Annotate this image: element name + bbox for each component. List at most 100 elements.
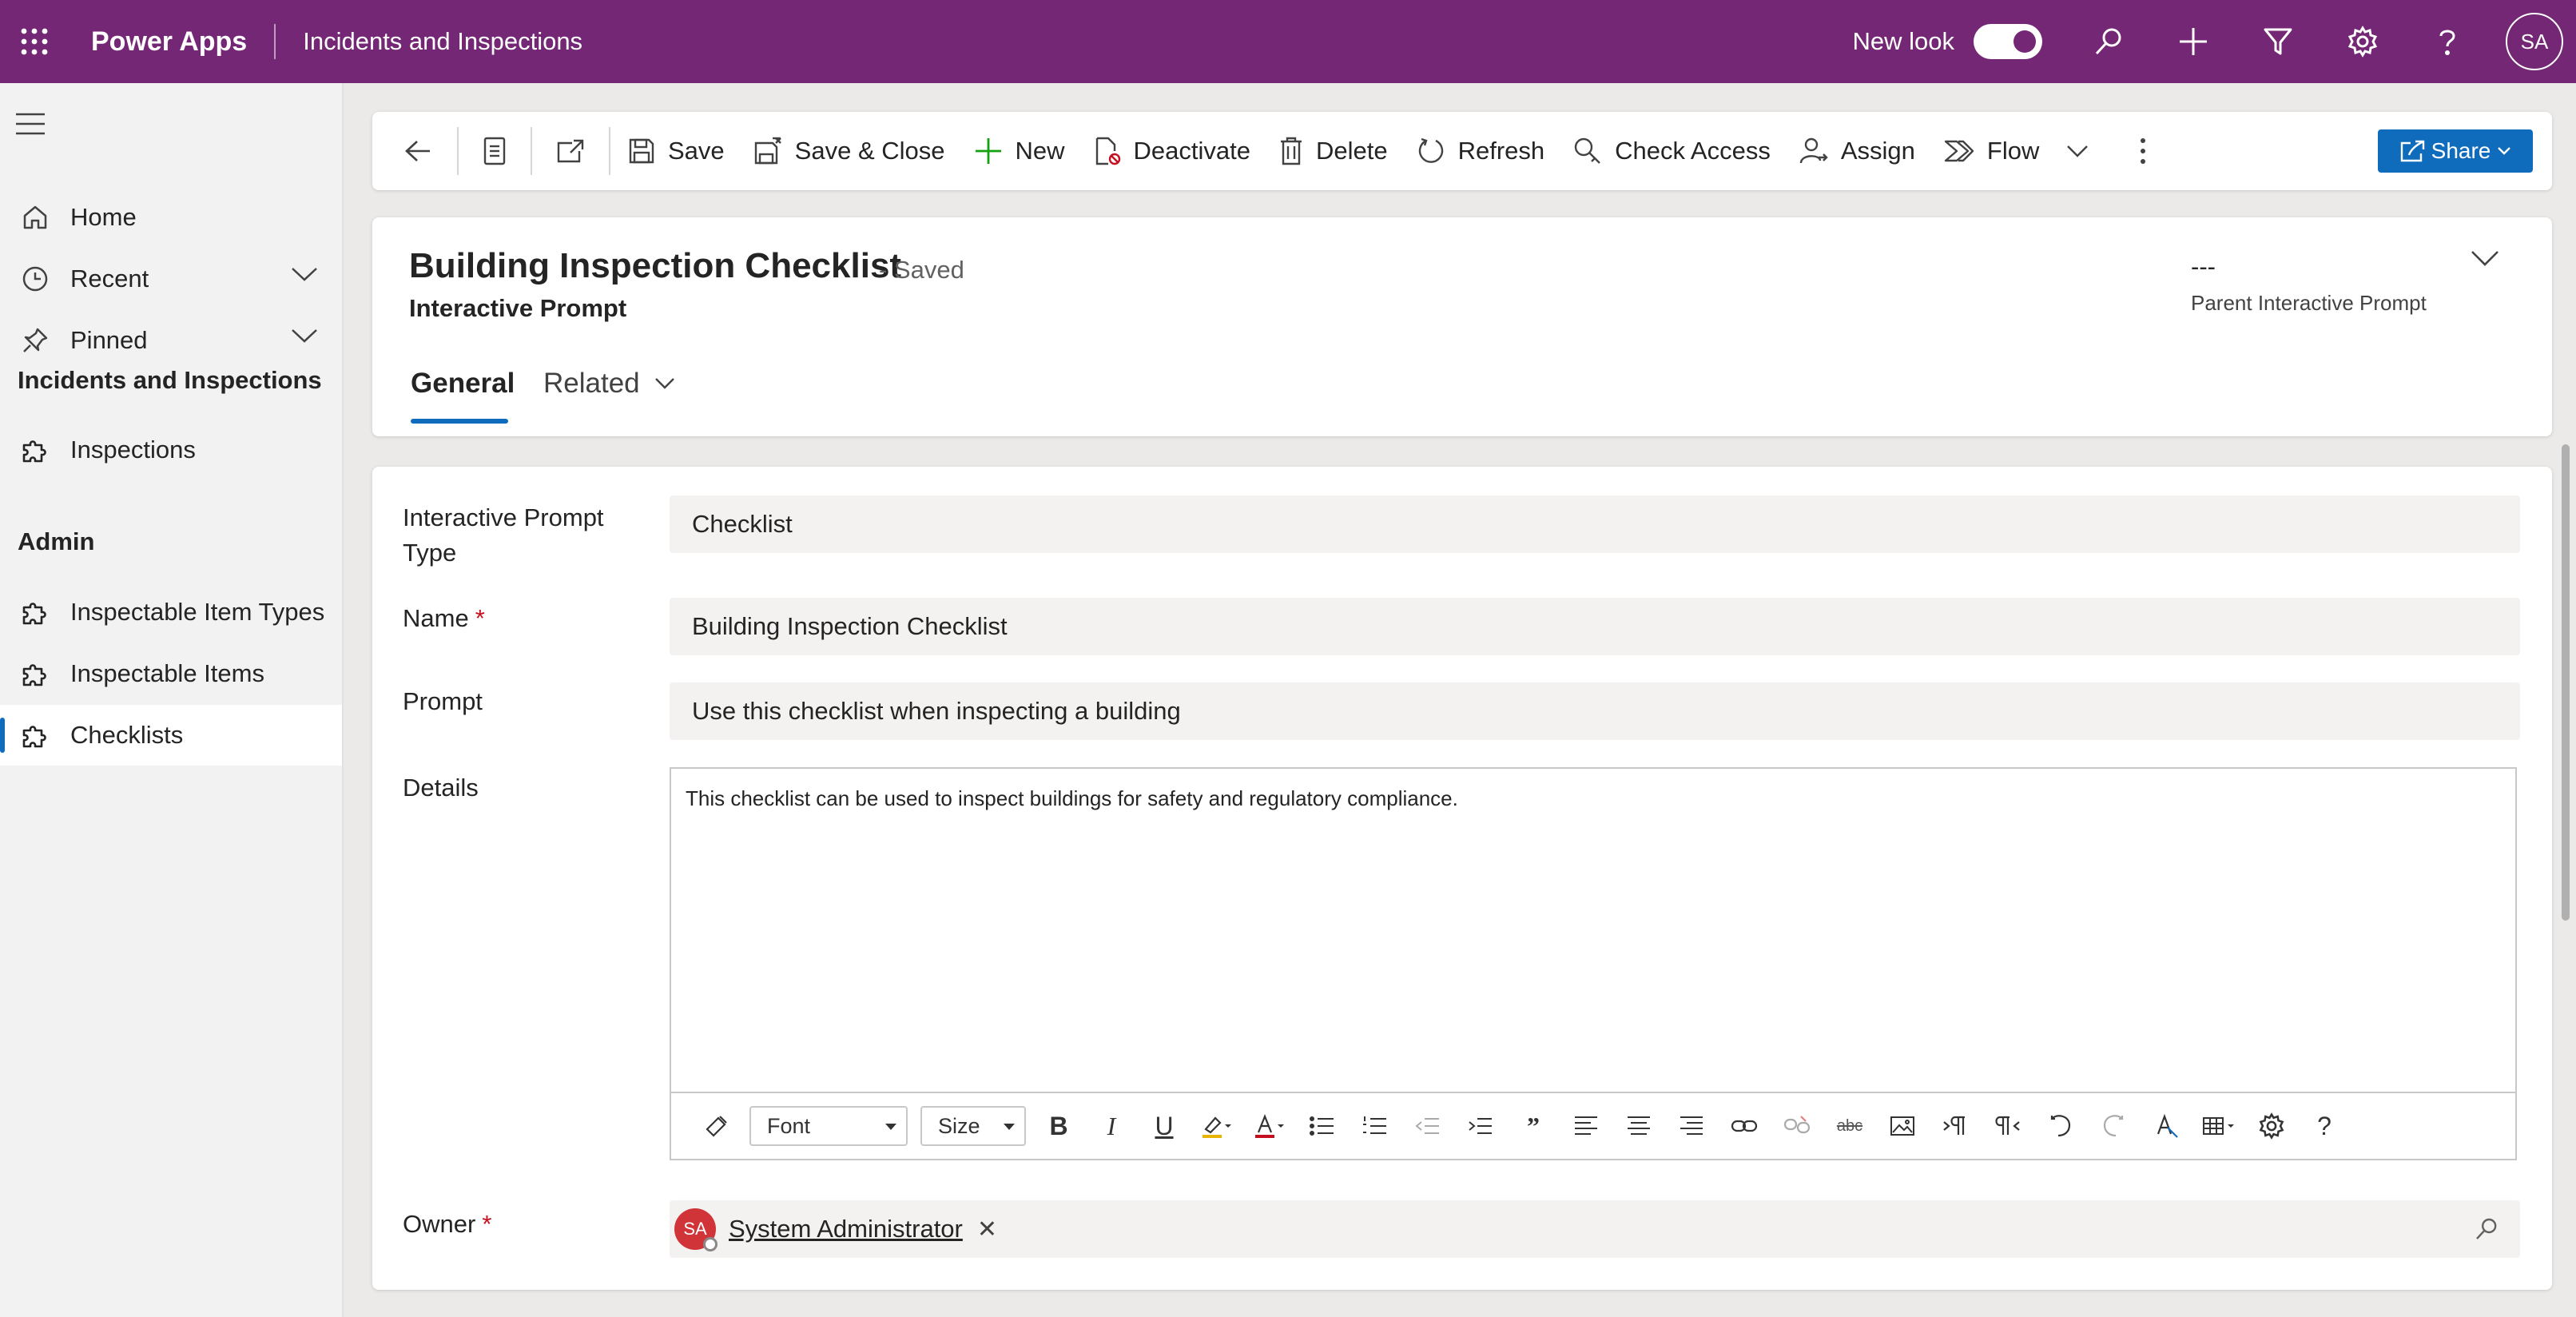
plus-icon[interactable] [2151, 0, 2236, 83]
document-icon [483, 137, 507, 165]
arrow-left-icon [404, 139, 431, 163]
tab-related[interactable]: Related [543, 368, 675, 400]
align-center-icon[interactable] [1612, 1102, 1665, 1150]
underline-icon[interactable]: U [1138, 1102, 1191, 1150]
owner-initials: SA [683, 1219, 707, 1239]
link-icon[interactable] [1718, 1102, 1771, 1150]
filter-icon[interactable] [2236, 0, 2320, 83]
details-rich-text-editor[interactable]: This checklist can be used to inspect bu… [670, 767, 2517, 1160]
refresh-button[interactable]: Refresh [1402, 112, 1560, 190]
strikethrough-icon[interactable]: abc [1823, 1102, 1876, 1150]
entity-name: Interactive Prompt [409, 294, 627, 322]
prompt-field[interactable]: Use this checklist when inspecting a bui… [670, 682, 2520, 740]
blockquote-icon[interactable]: ” [1507, 1102, 1560, 1150]
share-button[interactable]: Share [2378, 129, 2533, 173]
lookup-search-icon[interactable] [2474, 1216, 2499, 1242]
bold-icon[interactable]: B [1032, 1102, 1085, 1150]
puzzle-icon [0, 598, 70, 627]
undo-icon[interactable] [2034, 1102, 2087, 1150]
ltr-icon[interactable] [1929, 1102, 1982, 1150]
size-select[interactable]: Size [920, 1106, 1026, 1146]
page-scrollbar[interactable] [2562, 444, 2570, 921]
owner-link[interactable]: System Administrator [729, 1215, 963, 1243]
sidebar-item-label: Pinned [70, 326, 148, 354]
search-icon[interactable] [2066, 0, 2151, 83]
pin-icon [0, 327, 70, 354]
italic-icon[interactable]: I [1085, 1102, 1138, 1150]
sidebar-item-checklists[interactable]: Checklists [0, 705, 342, 766]
bullet-list-icon[interactable] [1296, 1102, 1349, 1150]
highlight-color-icon[interactable] [1191, 1102, 1243, 1150]
increase-indent-icon[interactable] [1454, 1102, 1507, 1150]
sidebar-item-home[interactable]: Home [0, 187, 342, 248]
new-look-toggle[interactable] [1974, 24, 2042, 59]
expand-header-chevron-icon[interactable] [2471, 249, 2499, 267]
chevron-down-icon[interactable] [2066, 145, 2101, 157]
owner-lookup-field[interactable]: SA System Administrator ✕ [670, 1200, 2520, 1258]
hamburger-menu-icon[interactable] [16, 112, 45, 136]
delete-button[interactable]: Delete [1265, 112, 1402, 190]
save-and-close-button[interactable]: Save & Close [739, 112, 960, 190]
command-bar: Save Save & Close New Deactivate Delete … [372, 112, 2552, 190]
more-commands-button[interactable] [2116, 112, 2170, 190]
home-icon [0, 204, 70, 231]
assign-button[interactable]: Assign [1785, 112, 1930, 190]
user-avatar[interactable]: SA [2506, 13, 2563, 70]
command-separator [457, 127, 459, 175]
save-button[interactable]: Save [614, 112, 739, 190]
decrease-indent-icon[interactable] [1401, 1102, 1454, 1150]
open-in-new-window-icon [556, 138, 585, 164]
form-view-button[interactable] [462, 112, 527, 190]
chevron-down-icon[interactable] [291, 328, 318, 344]
editor-help-icon[interactable]: ? [2298, 1102, 2351, 1150]
align-left-icon[interactable] [1560, 1102, 1612, 1150]
unlink-icon[interactable] [1771, 1102, 1823, 1150]
tab-general[interactable]: General [411, 368, 515, 400]
name-field-label: Name * [403, 601, 485, 636]
app-launcher-icon[interactable] [0, 0, 69, 83]
new-button[interactable]: New [960, 112, 1079, 190]
align-right-icon[interactable] [1665, 1102, 1718, 1150]
details-field-label: Details [403, 774, 479, 802]
plus-icon [974, 137, 1016, 165]
refresh-label: Refresh [1457, 137, 1545, 165]
required-marker: * [482, 1210, 492, 1238]
sidebar-item-label: Inspections [70, 436, 196, 464]
share-icon [2393, 139, 2431, 163]
rtl-icon[interactable] [1982, 1102, 2034, 1150]
check-access-button[interactable]: Check Access [1559, 112, 1785, 190]
remove-owner-icon[interactable]: ✕ [977, 1216, 997, 1243]
sidebar-item-inspectable-item-types[interactable]: Inspectable Item Types [0, 582, 342, 643]
clear-formatting-icon[interactable] [2140, 1102, 2192, 1150]
sidebar-item-pinned[interactable]: Pinned [0, 310, 342, 371]
font-color-icon[interactable] [1243, 1102, 1296, 1150]
sidebar-section-admin: Admin [18, 527, 95, 555]
numbered-list-icon[interactable] [1349, 1102, 1401, 1150]
format-painter-icon[interactable] [690, 1102, 743, 1150]
size-select-value: Size [938, 1113, 980, 1138]
parent-prompt-value[interactable]: --- [2191, 253, 2216, 281]
details-text[interactable]: This checklist can be used to inspect bu… [686, 786, 1458, 811]
name-field[interactable]: Building Inspection Checklist [670, 598, 2520, 655]
sidebar-item-inspections[interactable]: Inspections [0, 420, 342, 480]
tab-related-label: Related [543, 368, 640, 399]
chevron-down-icon[interactable] [291, 266, 318, 282]
app-title[interactable]: Incidents and Inspections [303, 27, 582, 56]
delete-label: Delete [1315, 137, 1388, 165]
prompt-type-field[interactable]: Checklist [670, 495, 2520, 553]
sidebar-item-inspectable-items[interactable]: Inspectable Items [0, 643, 342, 704]
clock-icon [0, 265, 70, 292]
sidebar-item-recent[interactable]: Recent [0, 249, 342, 309]
editor-settings-gear-icon[interactable] [2245, 1102, 2298, 1150]
help-icon[interactable] [2405, 0, 2490, 83]
gear-icon[interactable] [2320, 0, 2405, 83]
insert-image-icon[interactable] [1876, 1102, 1929, 1150]
flow-button[interactable]: Flow [1930, 112, 2116, 190]
open-new-window-button[interactable] [535, 112, 606, 190]
insert-table-icon[interactable] [2192, 1102, 2245, 1150]
app-name[interactable]: Power Apps [91, 26, 247, 58]
font-select[interactable]: Font [749, 1106, 908, 1146]
back-button[interactable] [372, 112, 454, 190]
redo-icon[interactable] [2087, 1102, 2140, 1150]
deactivate-button[interactable]: Deactivate [1079, 112, 1265, 190]
